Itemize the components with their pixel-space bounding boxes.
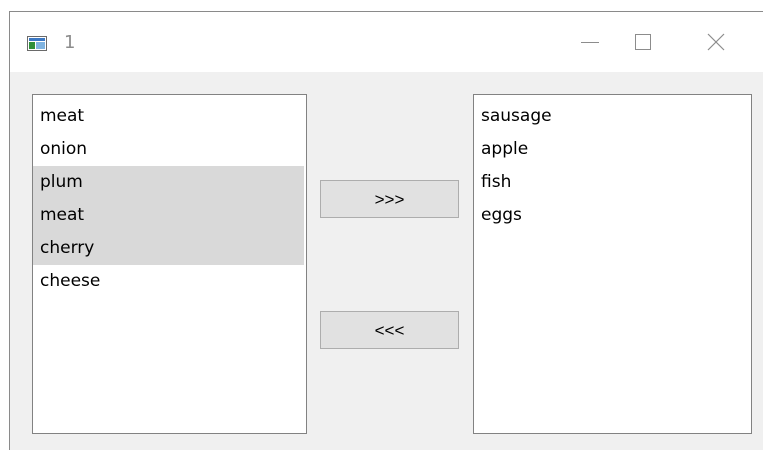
list-item[interactable]: sausage	[474, 100, 751, 133]
left-list[interactable]: meat onion plum meat cherry cheese	[32, 94, 307, 434]
list-item[interactable]: plum	[33, 166, 304, 199]
maximize-button[interactable]	[616, 12, 670, 72]
close-button[interactable]	[689, 12, 743, 72]
list-item[interactable]: meat	[33, 100, 306, 133]
list-item[interactable]: onion	[33, 133, 306, 166]
maximize-icon	[635, 34, 651, 50]
close-icon	[707, 33, 725, 51]
right-list[interactable]: sausage apple fish eggs	[473, 94, 752, 434]
minimize-button[interactable]	[563, 12, 617, 72]
list-item[interactable]: fish	[474, 166, 751, 199]
list-item[interactable]: cheese	[33, 265, 306, 298]
minimize-icon	[581, 42, 599, 43]
list-item[interactable]: eggs	[474, 199, 751, 232]
list-item[interactable]: cherry	[33, 232, 304, 265]
list-item[interactable]: apple	[474, 133, 751, 166]
move-right-button[interactable]: >>>	[320, 180, 459, 218]
move-left-button[interactable]: <<<	[320, 311, 459, 349]
window-app-icon	[27, 36, 47, 51]
left-list-items: meat onion plum meat cherry cheese	[33, 95, 306, 298]
list-item[interactable]: meat	[33, 199, 304, 232]
title-bar[interactable]: 1	[10, 12, 763, 72]
right-list-items: sausage apple fish eggs	[474, 95, 751, 232]
main-window: 1 meat onion plum meat cherry cheese >>> <<< …	[9, 11, 763, 450]
window-title: 1	[64, 32, 76, 53]
